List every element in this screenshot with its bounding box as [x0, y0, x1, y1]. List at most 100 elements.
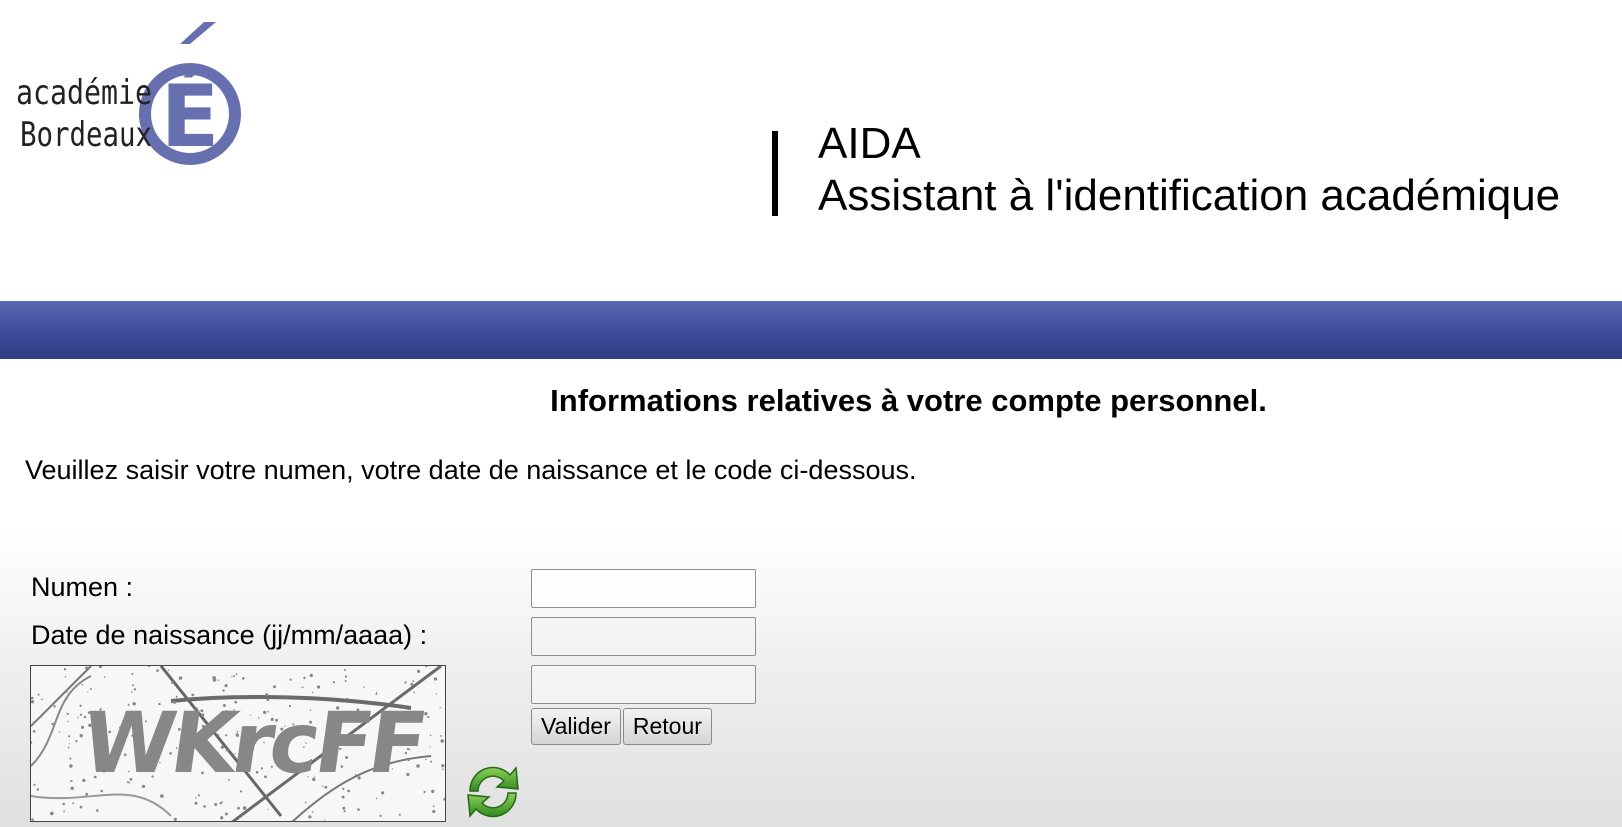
captcha-noise-dot — [343, 810, 346, 813]
numen-label: Numen : — [31, 572, 134, 602]
captcha-noise-dot — [32, 730, 36, 733]
app-name: AIDA — [818, 119, 921, 168]
captcha-noise-dot — [358, 820, 359, 821]
captcha-noise-dot — [68, 735, 71, 738]
captcha-noise-dot — [178, 676, 183, 680]
numen-input[interactable] — [531, 569, 756, 608]
captcha-noise-dot — [79, 734, 83, 738]
logo-letter: É — [161, 66, 220, 167]
captcha-noise-dot — [439, 706, 441, 709]
captcha-noise-dot — [64, 675, 67, 678]
captcha-noise-dot — [425, 666, 428, 668]
form-buttons: Valider Retour — [531, 708, 712, 745]
captcha-noise-dot — [62, 802, 65, 806]
captcha-noise-dot — [357, 808, 360, 811]
captcha-noise-dot — [412, 680, 415, 683]
birthdate-input[interactable] — [531, 617, 756, 656]
captcha-noise-dot — [96, 809, 99, 812]
captcha-noise-dot — [31, 818, 34, 821]
logo-line-bordeaux: Bordeaux — [20, 115, 152, 155]
captcha-noise-dot — [66, 712, 69, 715]
captcha-noise-dot — [63, 668, 67, 671]
captcha-noise-dot — [131, 673, 134, 675]
captcha-noise-dot — [173, 817, 177, 821]
captcha-noise-dot — [31, 741, 33, 744]
captcha-noise-dot — [429, 746, 431, 748]
captcha-noise-dot — [132, 684, 135, 687]
captcha-noise-dot — [341, 795, 345, 799]
captcha-noise-dot — [79, 805, 83, 809]
captcha-noise-dot — [443, 797, 445, 801]
captcha-noise-dot — [148, 666, 151, 668]
captcha-noise-dot — [224, 684, 228, 688]
captcha-noise-dot — [203, 805, 206, 808]
captcha-noise-dot — [224, 812, 228, 816]
captcha-noise-dot — [242, 677, 245, 680]
captcha-noise-dot — [220, 816, 224, 820]
captcha-noise-dot — [242, 806, 247, 810]
captcha-noise-dot — [432, 805, 435, 808]
captcha-noise-dot — [231, 675, 233, 678]
captcha-noise-dot — [75, 740, 78, 743]
captcha-noise-dot — [430, 760, 433, 763]
captcha-noise-dot — [85, 792, 88, 796]
captcha-noise-dot — [267, 808, 269, 810]
refresh-icon — [467, 766, 519, 818]
captcha-noise-dot — [50, 811, 54, 816]
captcha-noise-dot — [36, 789, 38, 791]
logo-line-academie: académie — [16, 73, 152, 113]
captcha-noise-dot — [379, 814, 382, 817]
captcha-noise-dot — [53, 705, 56, 708]
captcha-noise-dot — [37, 693, 40, 696]
captcha-noise-dot — [398, 813, 401, 816]
captcha-noise-dot — [72, 802, 74, 805]
captcha-noise-dot — [103, 676, 106, 678]
captcha-noise-dot — [197, 794, 200, 797]
captcha-noise-dot — [42, 749, 44, 752]
captcha-image: WKrcFF — [30, 665, 446, 822]
captcha-noise-dot — [80, 725, 85, 729]
captcha-noise-dot — [133, 688, 137, 691]
captcha-noise-dot — [167, 669, 170, 671]
captcha-noise-dot — [344, 680, 347, 682]
captcha-noise-dot — [301, 686, 304, 689]
captcha-noise-dot — [32, 721, 36, 724]
back-button[interactable]: Retour — [622, 708, 712, 745]
captcha-noise-dot — [156, 669, 159, 672]
captcha-noise-dot — [160, 794, 164, 798]
title-separator — [772, 131, 778, 216]
captcha-noise-dot — [85, 666, 89, 670]
header-band — [0, 301, 1622, 359]
captcha-noise-dot — [67, 720, 69, 723]
validate-button[interactable]: Valider — [531, 708, 621, 745]
captcha-noise-dot — [221, 801, 224, 803]
captcha-noise-dot — [435, 693, 438, 695]
captcha-noise-dot — [70, 780, 73, 782]
captcha-noise-dot — [31, 762, 34, 764]
academie-bordeaux-logo: É académie Bordeaux — [14, 18, 244, 188]
captcha-noise-dot — [79, 713, 82, 716]
captcha-noise-dot — [375, 691, 378, 694]
captcha-noise-dot — [31, 700, 35, 704]
captcha-input[interactable] — [531, 665, 756, 704]
captcha-noise-dot — [317, 685, 321, 689]
captcha-noise-dot — [87, 691, 89, 693]
captcha-noise-dot — [404, 681, 407, 684]
captcha-noise-dot — [343, 668, 346, 671]
captcha-noise-dot — [431, 789, 435, 794]
captcha-noise-dot — [194, 801, 198, 805]
captcha-noise-dot — [304, 801, 307, 804]
captcha-noise-dot — [303, 676, 306, 680]
captcha-noise-dot — [424, 758, 427, 761]
captcha-noise-dot — [195, 797, 197, 799]
captcha-noise-dot — [68, 743, 71, 745]
captcha-noise-dot — [212, 676, 216, 680]
instruction-text: Veuillez saisir votre numen, votre date … — [25, 455, 917, 485]
captcha-noise-dot — [410, 682, 414, 686]
captcha-noise-dot — [237, 806, 240, 810]
refresh-captcha-button[interactable] — [460, 759, 526, 825]
captcha-noise-dot — [441, 764, 445, 768]
captcha-noise-dot — [344, 675, 348, 678]
captcha-noise-dot — [63, 810, 65, 813]
captcha-noise-dot — [65, 690, 68, 693]
